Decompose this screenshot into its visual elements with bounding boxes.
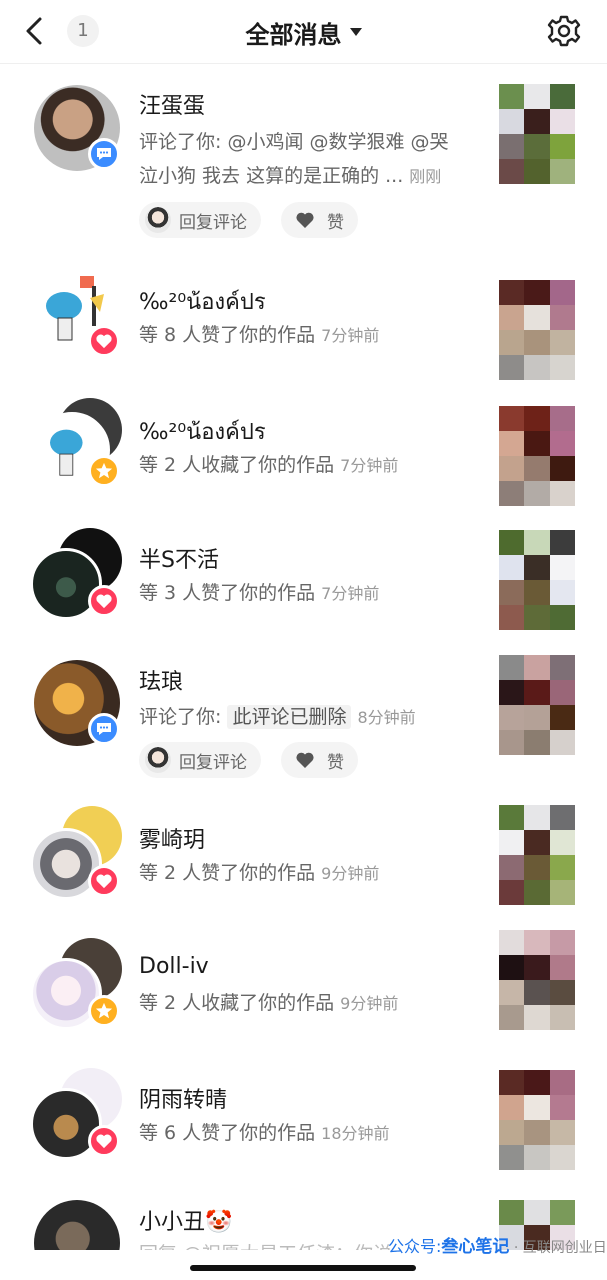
star-icon bbox=[95, 462, 113, 479]
heart-icon bbox=[296, 212, 314, 228]
sender-name[interactable]: 小小丑🤡 bbox=[139, 1204, 232, 1236]
watermark: 公众号:叁心笔记 · 互联网创业日记 bbox=[388, 1232, 607, 1257]
heart-icon bbox=[96, 1134, 112, 1149]
chat-bubble-icon bbox=[97, 723, 111, 735]
sender-name[interactable]: 阴雨转晴 bbox=[139, 1082, 227, 1114]
comment-badge bbox=[88, 713, 120, 745]
comment-text: 评论了你: @小鸡闻 @数学狠难 @哭 bbox=[139, 131, 449, 153]
comment-text: 评论了你: 此评论已删除 8分钟前 bbox=[139, 703, 416, 732]
activity-text: 等 2 人收藏了你的作品 9分钟前 bbox=[139, 989, 398, 1018]
avatar[interactable] bbox=[34, 1200, 120, 1250]
timestamp: 刚刚 bbox=[409, 167, 442, 186]
like-comment-button[interactable]: 赞 bbox=[281, 202, 358, 238]
timestamp: 8分钟前 bbox=[357, 708, 416, 727]
caret-down-icon[interactable] bbox=[349, 28, 362, 36]
message-item[interactable]: Doll-iv 等 2 人收藏了你的作品 9分钟前 bbox=[0, 930, 607, 1060]
comment-text-line2: 泣小狗 我去 这算的是正确的 ... bbox=[139, 165, 404, 187]
page-title[interactable]: 全部消息 bbox=[246, 15, 342, 50]
message-item[interactable]: 阴雨转晴 等 6 人赞了你的作品 18分钟前 bbox=[0, 1060, 607, 1190]
chevron-left-icon bbox=[26, 17, 42, 45]
reply-label: 回复评论 bbox=[179, 212, 247, 233]
chat-bubble-icon bbox=[97, 148, 111, 160]
like-comment-button[interactable]: 赞 bbox=[281, 742, 358, 778]
activity-label: 等 3 人赞了你的作品 bbox=[139, 582, 316, 604]
work-thumbnail[interactable] bbox=[499, 280, 575, 380]
work-thumbnail[interactable] bbox=[499, 530, 575, 630]
sender-name[interactable]: 半S不活 bbox=[139, 542, 219, 574]
activity-label: 等 2 人收藏了你的作品 bbox=[139, 454, 335, 476]
timestamp: 7分钟前 bbox=[321, 584, 380, 603]
timestamp: 9分钟前 bbox=[340, 994, 399, 1013]
reply-label: 回复评论 bbox=[179, 752, 247, 773]
watermark-prefix: 公众号: bbox=[388, 1237, 442, 1256]
message-item[interactable]: 汪蛋蛋 评论了你: @小鸡闻 @数学狠难 @哭 泣小狗 我去 这算的是正确的 .… bbox=[0, 70, 607, 260]
unread-count-badge: 1 bbox=[67, 15, 99, 47]
heart-icon bbox=[96, 334, 112, 349]
timestamp: 18分钟前 bbox=[321, 1124, 390, 1143]
home-indicator[interactable] bbox=[190, 1265, 416, 1271]
activity-label: 等 2 人收藏了你的作品 bbox=[139, 992, 335, 1014]
activity-label: 等 8 人赞了你的作品 bbox=[139, 324, 316, 346]
like-badge bbox=[88, 865, 120, 897]
activity-text: 等 8 人赞了你的作品 7分钟前 bbox=[139, 321, 379, 350]
sender-name[interactable]: 汪蛋蛋 bbox=[139, 88, 205, 120]
work-thumbnail[interactable] bbox=[499, 84, 575, 184]
heart-icon bbox=[96, 874, 112, 889]
activity-label: 等 2 人赞了你的作品 bbox=[139, 862, 316, 884]
sender-name[interactable]: 珐琅 bbox=[139, 664, 183, 696]
message-item[interactable]: 珐琅 评论了你: 此评论已删除 8分钟前 回复评论 赞 bbox=[0, 650, 607, 800]
sender-name[interactable]: Doll-iv bbox=[139, 954, 209, 979]
message-item[interactable]: ‰²⁰น้องค์ปร 等 2 人收藏了你的作品 7分钟前 bbox=[0, 390, 607, 520]
sender-name[interactable]: ‰²⁰น้องค์ปร bbox=[139, 414, 266, 449]
settings-button[interactable] bbox=[546, 12, 582, 50]
reply-comment-button[interactable]: 回复评论 bbox=[139, 202, 261, 238]
like-badge bbox=[88, 585, 120, 617]
top-bar: 1 全部消息 bbox=[0, 0, 607, 64]
heart-icon bbox=[96, 594, 112, 609]
my-avatar-mini bbox=[145, 747, 171, 773]
activity-text: 等 2 人赞了你的作品 9分钟前 bbox=[139, 859, 379, 888]
gear-icon bbox=[547, 15, 581, 47]
timestamp: 9分钟前 bbox=[321, 864, 380, 883]
my-avatar-mini bbox=[145, 207, 171, 233]
comment-prefix: 评论了你: bbox=[139, 706, 222, 728]
message-item[interactable]: 半S不活 等 3 人赞了你的作品 7分钟前 bbox=[0, 520, 607, 650]
sender-name[interactable]: 雾崎玥 bbox=[139, 822, 205, 854]
message-item[interactable]: 雾崎玥 等 2 人赞了你的作品 9分钟前 bbox=[0, 800, 607, 930]
activity-text: 等 6 人赞了你的作品 18分钟前 bbox=[139, 1119, 390, 1148]
like-badge bbox=[88, 325, 120, 357]
comment-text: 回复 @祝愿大星工任渣：你说 bbox=[139, 1240, 392, 1250]
work-thumbnail[interactable] bbox=[499, 930, 575, 1030]
heart-icon bbox=[296, 752, 314, 768]
message-item[interactable]: ‰²⁰น้องค์ปร 等 8 人赞了你的作品 7分钟前 bbox=[0, 260, 607, 390]
activity-label: 等 6 人赞了你的作品 bbox=[139, 1122, 316, 1144]
reply-comment-button[interactable]: 回复评论 bbox=[139, 742, 261, 778]
work-thumbnail[interactable] bbox=[499, 1070, 575, 1170]
watermark-suffix: · 互联网创业日记 bbox=[513, 1240, 607, 1256]
favorite-badge bbox=[88, 455, 120, 487]
like-label: 赞 bbox=[327, 752, 344, 773]
timestamp: 7分钟前 bbox=[340, 456, 399, 475]
comment-text-cont: 泣小狗 我去 这算的是正确的 ... 刚刚 bbox=[139, 162, 441, 191]
favorite-badge bbox=[88, 995, 120, 1027]
like-label: 赞 bbox=[327, 212, 344, 233]
comment-badge bbox=[88, 138, 120, 170]
work-thumbnail[interactable] bbox=[499, 805, 575, 905]
sender-name[interactable]: ‰²⁰น้องค์ปร bbox=[139, 284, 266, 319]
back-button[interactable] bbox=[20, 14, 50, 48]
work-thumbnail[interactable] bbox=[499, 655, 575, 755]
activity-text: 等 3 人赞了你的作品 7分钟前 bbox=[139, 579, 379, 608]
like-badge bbox=[88, 1125, 120, 1157]
watermark-brand: 叁心笔记 bbox=[441, 1237, 510, 1257]
deleted-comment-label: 此评论已删除 bbox=[227, 705, 352, 729]
work-thumbnail[interactable] bbox=[499, 406, 575, 506]
activity-text: 等 2 人收藏了你的作品 7分钟前 bbox=[139, 451, 398, 480]
timestamp: 7分钟前 bbox=[321, 326, 380, 345]
star-icon bbox=[95, 1002, 113, 1019]
